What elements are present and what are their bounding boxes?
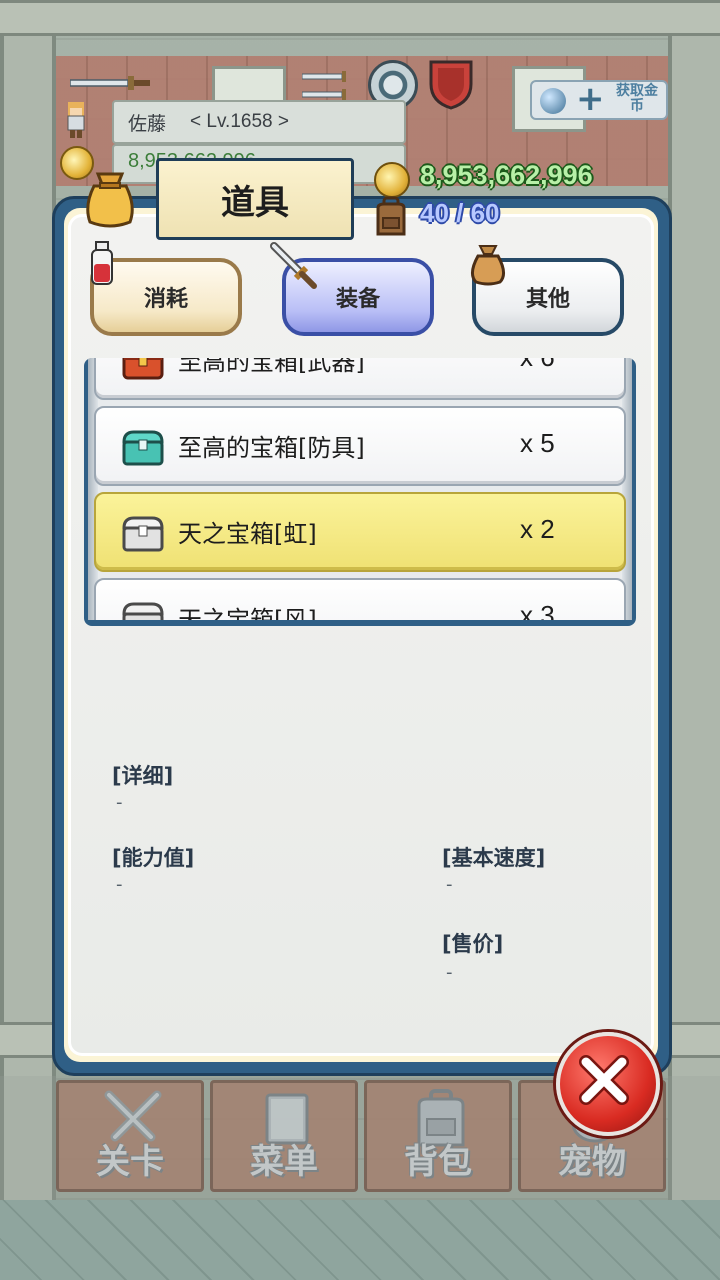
tab-consumables-label: 消耗 — [143, 287, 188, 312]
item-name: 天之宝箱[虹] — [178, 520, 317, 548]
item-bag-icon — [86, 172, 134, 228]
potion-icon — [91, 241, 113, 285]
pouch-icon — [471, 245, 505, 286]
nav-pet-label: 宠物 — [558, 1142, 626, 1182]
base-speed-value: - — [446, 874, 453, 895]
nav-menu-button[interactable]: 菜单 — [210, 1080, 358, 1192]
item-name: 天之宝箱[风] — [178, 606, 317, 620]
stat-value: - — [116, 874, 123, 895]
nav-stage-button[interactable]: 关卡 — [56, 1080, 204, 1192]
get-gold-label: 获取金币 — [616, 83, 658, 114]
detail-value: - — [116, 792, 123, 813]
nav-stage-label: 关卡 — [96, 1142, 164, 1182]
base-speed-label: [基本速度] — [442, 846, 546, 870]
dialog-title: 道具 — [221, 182, 289, 223]
item-row[interactable]: 至高的宝箱[武器] x 6 — [94, 358, 626, 400]
item-count: x 6 — [520, 358, 555, 373]
background-pillar-right — [668, 0, 720, 1200]
item-count: x 2 — [520, 514, 555, 544]
item-list-viewport[interactable]: 至高的宝箱[武器] x 6 至高的宝箱[防具] x 5 天之宝箱[虹] x 2 — [88, 358, 632, 620]
item-list[interactable]: 至高的宝箱[武器] x 6 至高的宝箱[防具] x 5 天之宝箱[虹] x 2 — [84, 358, 636, 626]
tab-other-label: 其他 — [525, 287, 570, 312]
player-info-bar: 佐藤 < Lv.1658 > — [112, 100, 406, 144]
inventory-dialog — [68, 214, 654, 1056]
detail-label: [详细] — [112, 764, 174, 788]
item-row[interactable]: 天之宝箱[风] x 3 — [94, 578, 626, 620]
close-icon — [579, 1055, 629, 1105]
sword-icon — [302, 71, 346, 100]
coin-icon — [374, 162, 410, 198]
nav-bag-label: 背包 — [404, 1142, 472, 1182]
item-count: x 3 — [520, 600, 555, 620]
hero-avatar-icon — [67, 102, 85, 138]
background-pillar-left — [0, 0, 56, 1200]
get-gold-button[interactable]: + 获取金币 — [530, 80, 668, 120]
nav-bag-button[interactable]: 背包 — [364, 1080, 512, 1192]
sell-price-value: - — [446, 962, 453, 983]
background-beam-top — [0, 0, 720, 36]
tab-equipment-label: 装备 — [335, 287, 380, 312]
inventory-capacity: 40 / 60 — [420, 198, 500, 228]
sword-icon — [270, 242, 317, 289]
player-level: < Lv.1658 > — [190, 111, 289, 132]
nav-menu-label: 菜单 — [250, 1142, 318, 1182]
close-button[interactable] — [556, 1032, 660, 1136]
dialog-title-tab: 道具 — [156, 158, 354, 240]
backpack-icon — [376, 196, 406, 236]
item-row[interactable]: 至高的宝箱[防具] x 5 — [94, 406, 626, 486]
item-name: 至高的宝箱[防具] — [178, 434, 365, 462]
item-count: x 5 — [520, 428, 555, 458]
item-name: 至高的宝箱[武器] — [178, 358, 365, 376]
red-chest-icon — [122, 358, 164, 380]
white-chest-icon — [122, 516, 164, 552]
player-name: 佐藤 — [128, 113, 167, 135]
item-row-selected[interactable]: 天之宝箱[虹] x 2 — [94, 492, 626, 572]
stat-label: [能力值] — [112, 846, 195, 870]
orb-icon — [540, 88, 566, 114]
background-floor — [0, 1200, 720, 1280]
white-chest-icon — [122, 602, 164, 620]
plus-icon: + — [576, 79, 605, 119]
red-shield-icon — [429, 60, 473, 110]
sell-price-label: [售价] — [442, 932, 504, 956]
teal-chest-icon — [122, 430, 164, 466]
sword-icon — [70, 76, 150, 90]
gold-amount: 8,953,662,996 — [420, 160, 593, 190]
